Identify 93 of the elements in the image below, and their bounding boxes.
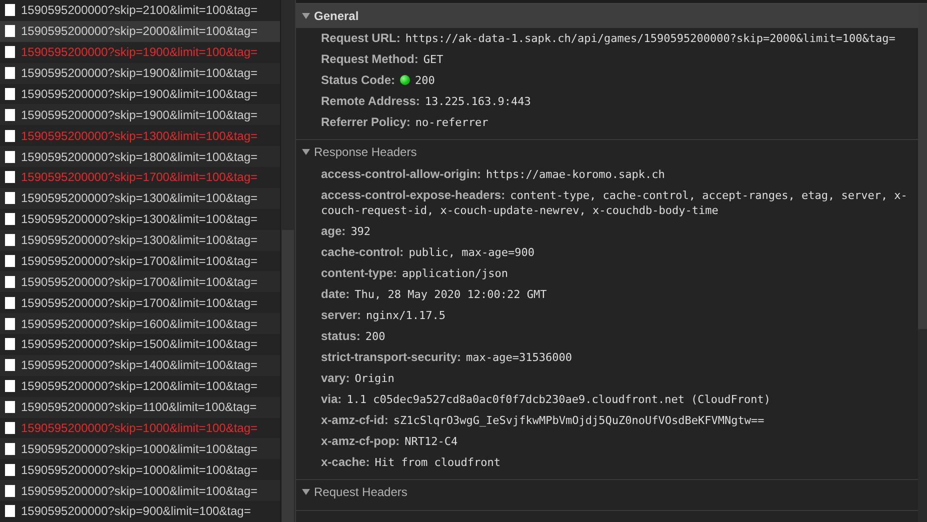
file-icon: [5, 171, 15, 184]
section-header[interactable]: Request Headers: [296, 480, 918, 504]
request-name: 1590595200000?skip=1900&limit=100&tag=: [21, 108, 258, 122]
file-icon: [5, 67, 15, 80]
file-icon: [5, 422, 15, 434]
request-name: 1590595200000?skip=1300&limit=100&tag=: [21, 191, 258, 206]
request-row[interactable]: 1590595200000?skip=1000&limit=100&tag=: [0, 438, 280, 460]
file-icon: [5, 359, 15, 372]
file-icon: [5, 46, 15, 58]
file-icon: [5, 401, 15, 414]
triangle-icon: [302, 489, 310, 495]
header-line: Referrer Policy: no-referrer: [320, 114, 490, 131]
section-header[interactable]: Response Headers: [296, 140, 918, 164]
request-name: 1590595200000?skip=1800&limit=100&tag=: [21, 150, 258, 164]
request-row[interactable]: 1590595200000?skip=1300&limit=100&tag=: [0, 230, 280, 250]
file-icon: [5, 192, 15, 204]
header-line: server: nginx/1.17.5: [320, 307, 447, 324]
request-name: 1590595200000?skip=1600&limit=100&tag=: [21, 316, 258, 331]
file-icon: [5, 276, 15, 288]
request-row[interactable]: 1590595200000?skip=1100&limit=100&tag=: [0, 396, 280, 418]
request-row[interactable]: 1590595200000?skip=1600&limit=100&tag=: [0, 313, 280, 334]
request-name: 1590595200000?skip=1500&limit=100&tag=: [21, 337, 258, 352]
request-name: 1590595200000?skip=1900&limit=100&tag=: [21, 86, 258, 101]
file-icon: [5, 88, 15, 100]
header-line: access-control-expose-headers: content-type, cache-control, accept-ranges, etag, server, x-couch-request-id, x-couch-update-newrev, x-couchdb-body-time: [320, 187, 908, 219]
request-row[interactable]: 1590595200000?skip=1900&limit=100&tag=: [0, 104, 280, 126]
request-name: 1590595200000?skip=1100&limit=100&tag=: [21, 400, 257, 414]
header-line: age: 392: [320, 223, 372, 240]
header-line: x-amz-cf-id: sZ1cSlqrO3wgG_IeSvjfkwMPbVmOjdj5QuZ0noUfVOsdBeKFVMNgtw==: [320, 412, 766, 429]
request-row[interactable]: 1590595200000?skip=1700&limit=100&tag=: [0, 250, 280, 272]
section-header[interactable]: General: [296, 4, 918, 28]
header-line: cache-control: public, max-age=900: [320, 244, 536, 261]
request-name: 1590595200000?skip=2100&limit=100&tag=: [21, 3, 258, 18]
request-name: 1590595200000?skip=1300&limit=100&tag=: [21, 128, 258, 143]
file-icon: [5, 213, 15, 226]
header-line: vary: Origin: [320, 370, 396, 387]
header-line: access-control-allow-origin: https://amae-koromo.sapk.ch: [320, 166, 666, 183]
request-row[interactable]: 1590595200000?skip=1400&limit=100&tag=: [0, 354, 280, 376]
file-icon: [5, 296, 15, 309]
request-row[interactable]: 1590595200000?skip=1000&limit=100&tag=: [0, 418, 280, 438]
file-icon: [5, 505, 15, 518]
request-name: 1590595200000?skip=1000&limit=100&tag=: [21, 442, 258, 456]
header-line: Remote Address: 13.225.163.9:443: [320, 93, 532, 110]
file-icon: [5, 150, 15, 163]
request-name: 1590595200000?skip=1700&limit=100&tag=: [21, 254, 258, 268]
request-name: 1590595200000?skip=1700&limit=100&tag=: [21, 170, 258, 184]
header-line: Status Code: 200: [320, 72, 436, 89]
request-name: 1590595200000?skip=2000&limit=100&tag=: [21, 24, 258, 38]
header-line: strict-transport-security: max-age=31536000: [320, 349, 573, 366]
request-row[interactable]: 1590595200000?skip=1900&limit=100&tag=: [0, 62, 280, 84]
file-icon: [5, 130, 15, 142]
request-row[interactable]: 1590595200000?skip=1900&limit=100&tag=: [0, 84, 280, 104]
file-icon: [5, 234, 15, 246]
request-name: 1590595200000?skip=900&limit=100&tag=: [21, 504, 251, 518]
request-name: 1590595200000?skip=1700&limit=100&tag=: [21, 274, 258, 289]
header-line: x-amz-cf-pop: NRT12-C4: [320, 433, 459, 450]
triangle-icon: [302, 149, 310, 155]
header-line: x-cache: Hit from cloudfront: [320, 454, 502, 471]
file-icon: [5, 254, 15, 267]
request-name: 1590595200000?skip=1300&limit=100&tag=: [21, 212, 258, 226]
request-name: 1590595200000?skip=1700&limit=100&tag=: [21, 296, 258, 310]
triangle-icon: [302, 13, 310, 19]
header-line: content-type: application/json: [320, 265, 509, 282]
status-ok-icon: [400, 75, 410, 85]
file-icon: [5, 318, 15, 330]
header-line: Request Method: GET: [320, 51, 444, 68]
scrollbar[interactable]: [280, 0, 295, 522]
request-name: 1590595200000?skip=1000&limit=100&tag=: [21, 462, 258, 477]
header-line: date: Thu, 28 May 2020 12:00:22 GMT: [320, 286, 548, 303]
scrollbar[interactable]: [918, 4, 927, 522]
request-name: 1590595200000?skip=1000&limit=100&tag=: [21, 484, 258, 498]
request-name: 1590595200000?skip=1300&limit=100&tag=: [21, 233, 258, 248]
request-row[interactable]: 1590595200000?skip=2000&limit=100&tag=: [0, 20, 280, 42]
request-name: 1590595200000?skip=1200&limit=100&tag=: [21, 379, 258, 394]
request-name: 1590595200000?skip=1900&limit=100&tag=: [21, 66, 258, 80]
file-icon: [5, 108, 15, 121]
file-icon: [5, 442, 15, 455]
header-line: via: 1.1 c05dec9a527cd8a0ac0f0f7dcb230ae9.cloudfront.net (CloudFront): [320, 391, 772, 408]
request-row[interactable]: 1590595200000?skip=1700&limit=100&tag=: [0, 271, 280, 292]
file-icon: [5, 484, 15, 497]
request-name: 1590595200000?skip=1000&limit=100&tag=: [21, 420, 258, 435]
request-row[interactable]: 1590595200000?skip=1000&limit=100&tag=: [0, 480, 280, 501]
file-icon: [5, 464, 15, 476]
file-icon: [5, 338, 15, 350]
file-icon: [5, 380, 15, 392]
file-icon: [5, 25, 15, 38]
request-name: 1590595200000?skip=1400&limit=100&tag=: [21, 358, 258, 372]
request-row[interactable]: 1590595200000?skip=1300&limit=100&tag=: [0, 188, 280, 209]
file-icon: [5, 4, 15, 16]
header-line: Request URL: https://ak-data-1.sapk.ch/api/games/1590595200000?skip=2000&limit=100&tag=: [320, 30, 896, 47]
header-line: status: 200: [320, 328, 386, 345]
request-row[interactable]: 1590595200000?skip=1800&limit=100&tag=: [0, 146, 280, 167]
request-name: 1590595200000?skip=1900&limit=100&tag=: [21, 45, 258, 60]
